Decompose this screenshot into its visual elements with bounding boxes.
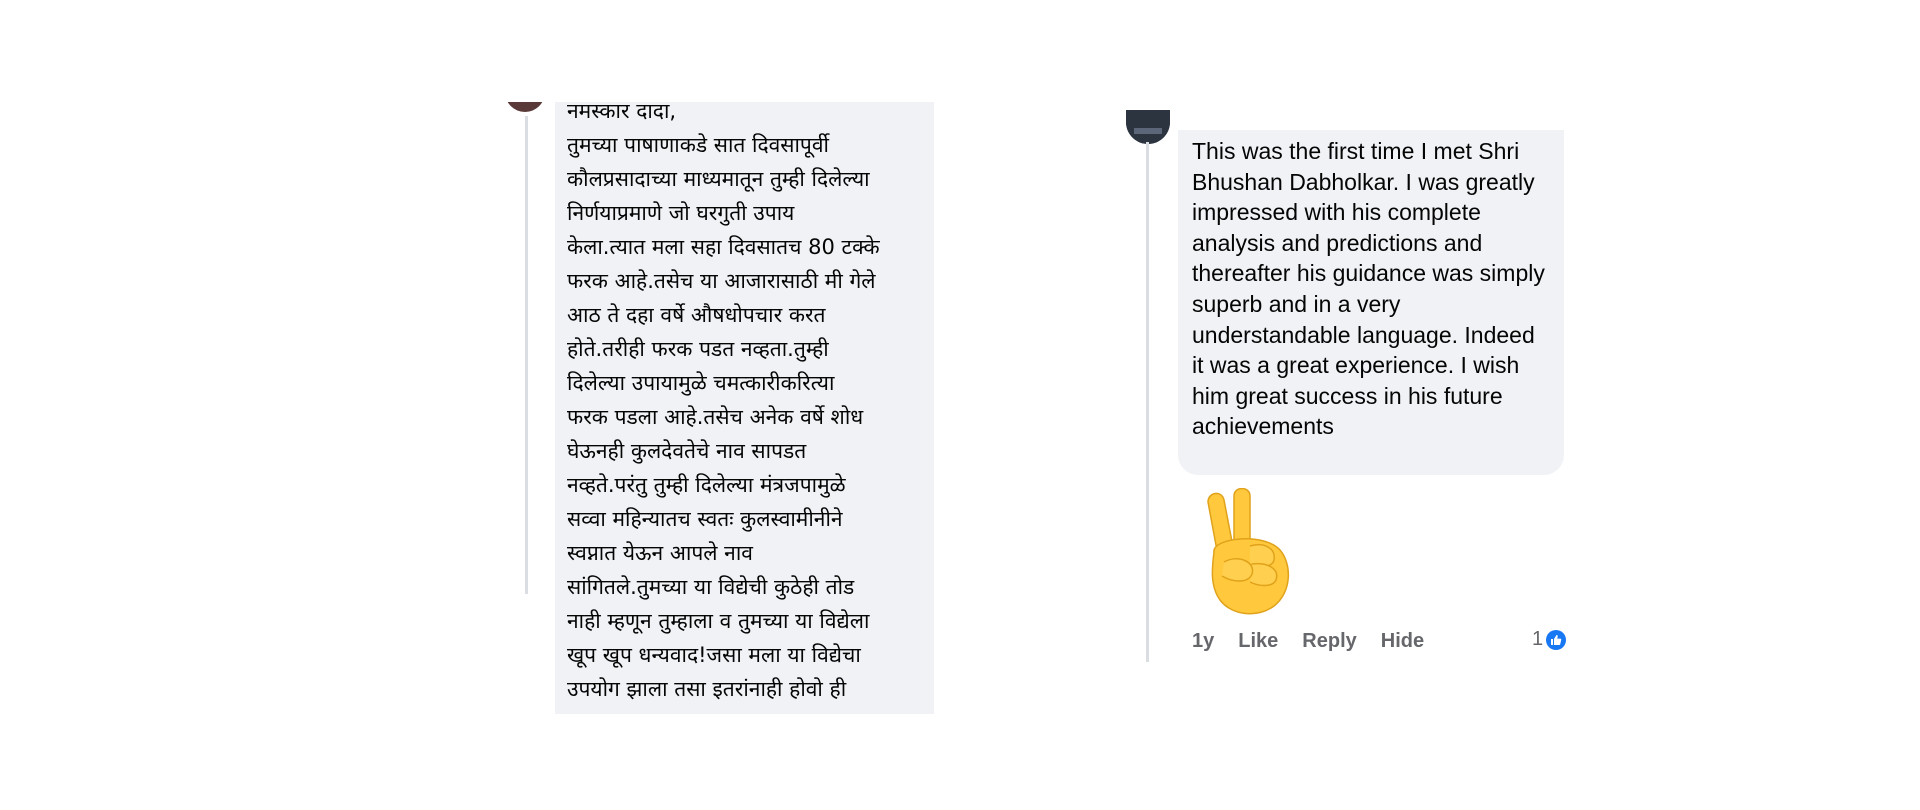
timestamp[interactable]: 1y bbox=[1192, 630, 1214, 653]
thread-line bbox=[525, 116, 528, 594]
reply-button[interactable]: Reply bbox=[1302, 630, 1356, 653]
thread-line bbox=[1146, 142, 1149, 662]
avatar[interactable] bbox=[505, 102, 545, 112]
comment-actions: 1y Like Reply Hide bbox=[1192, 630, 1448, 653]
comment-text: This was the first time I met Shri Bhush… bbox=[1192, 138, 1545, 440]
comment-text: नमस्कार दादा, तुमच्या पाषाणाकडे सात दिवस… bbox=[567, 102, 880, 701]
english-comment-screenshot: This was the first time I met Shri Bhush… bbox=[1126, 110, 1576, 662]
thumbs-up-icon bbox=[1546, 629, 1567, 650]
comment-bubble: This was the first time I met Shri Bhush… bbox=[1178, 130, 1564, 475]
victory-hand-icon bbox=[1194, 487, 1294, 618]
screenshot-collage: नमस्कार दादा, तुमच्या पाषाणाकडे सात दिवस… bbox=[0, 0, 1920, 810]
avatar-photo bbox=[1126, 110, 1170, 144]
marathi-comment-screenshot: नमस्कार दादा, तुमच्या पाषाणाकडे सात दिवस… bbox=[505, 102, 935, 714]
reaction-count: 1 bbox=[1532, 628, 1544, 650]
like-button[interactable]: Like bbox=[1238, 630, 1278, 653]
hide-button[interactable]: Hide bbox=[1381, 630, 1424, 653]
avatar[interactable] bbox=[1126, 110, 1170, 144]
reaction-summary[interactable]: 1 bbox=[1532, 628, 1567, 651]
comment-bubble: नमस्कार दादा, तुमच्या पाषाणाकडे सात दिवस… bbox=[555, 102, 934, 714]
